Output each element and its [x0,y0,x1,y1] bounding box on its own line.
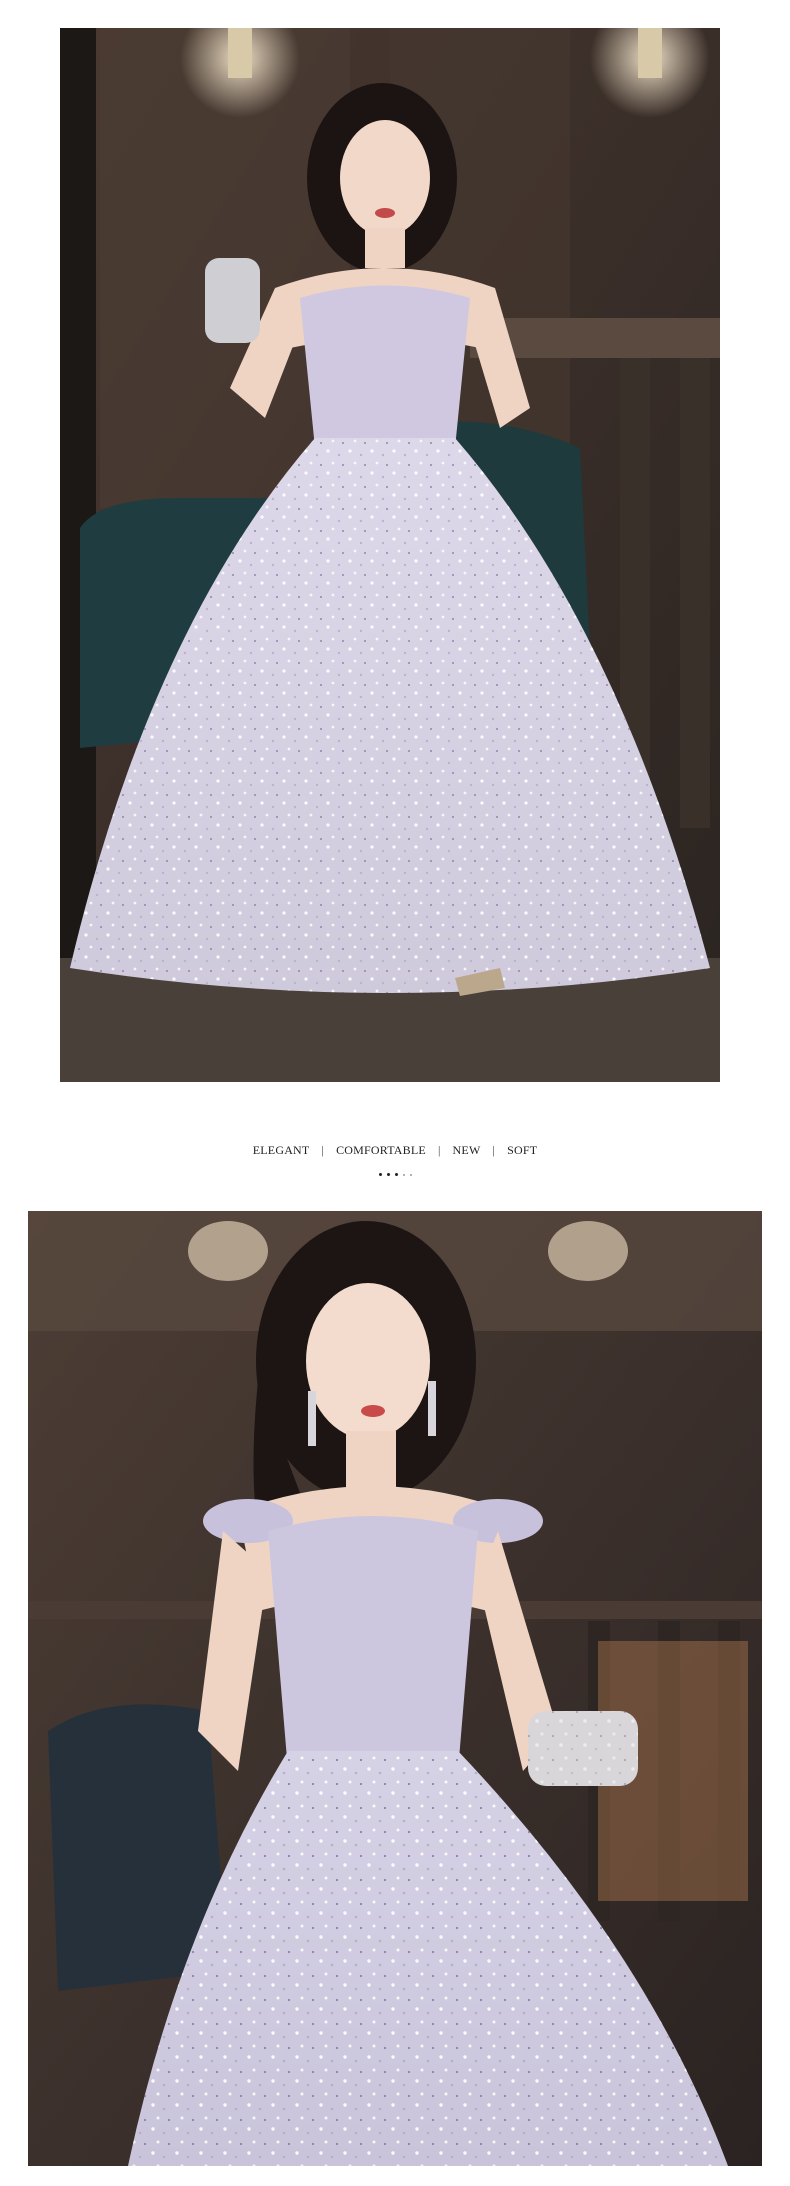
dot [402,1173,405,1176]
dot [386,1173,390,1177]
dot [394,1173,398,1177]
decorative-dots [0,1172,790,1178]
dot [409,1173,412,1176]
product-photo-top [60,28,720,1082]
tagline-separator: | [492,1143,496,1157]
tagline-separator: | [437,1143,441,1157]
tagline-item-new: NEW [452,1143,481,1157]
feature-tagline: ELEGANT | COMFORTABLE | NEW | SOFT [0,1143,790,1158]
tagline-item-elegant: ELEGANT [252,1143,310,1157]
tagline-separator: | [321,1143,325,1157]
tagline-item-comfortable: COMFORTABLE [336,1143,426,1157]
product-photo-bottom [28,1211,762,2166]
tagline-item-soft: SOFT [507,1143,538,1157]
dot [378,1173,382,1177]
gown-illustration-bottom [28,1211,762,2166]
gown-illustration-top [60,28,720,1082]
